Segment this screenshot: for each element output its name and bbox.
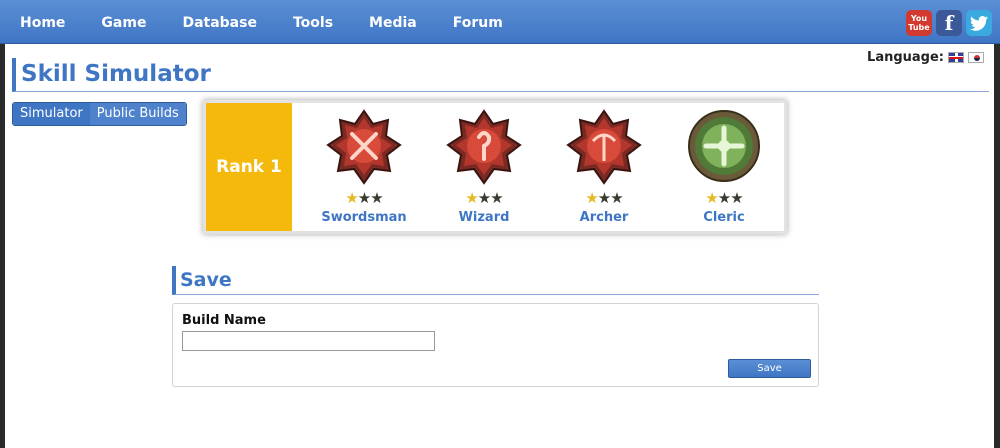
class-wizard[interactable]: ★★★ Wizard	[434, 109, 534, 225]
star-filled: ★	[585, 189, 598, 207]
save-button[interactable]: Save	[728, 359, 811, 378]
nav-tools[interactable]: Tools	[277, 0, 349, 44]
page-title: Skill Simulator	[12, 58, 989, 92]
class-name: Cleric	[703, 210, 745, 225]
nav-database[interactable]: Database	[166, 0, 273, 44]
social-links: You Tube f	[906, 10, 992, 36]
star-filled: ★	[345, 189, 358, 207]
class-cleric[interactable]: ★★★ Cleric	[674, 109, 774, 225]
save-section-title: Save	[172, 266, 819, 295]
tab-bar: Simulator Public Builds	[12, 102, 187, 126]
nav-game[interactable]: Game	[85, 0, 162, 44]
nav-media[interactable]: Media	[353, 0, 433, 44]
star-filled: ★	[465, 189, 478, 207]
wizard-emblem-icon	[446, 109, 522, 185]
top-navigation-bar: Home Game Database Tools Media Forum You…	[0, 0, 1000, 44]
star-empty: ★	[477, 189, 491, 207]
rank-label: Rank 1	[206, 103, 292, 231]
rating-stars: ★★★	[314, 189, 414, 207]
star-empty: ★	[370, 189, 383, 207]
star-empty: ★	[357, 189, 371, 207]
star-empty: ★	[610, 189, 623, 207]
youtube-text-bottom: Tube	[908, 23, 930, 32]
save-form: Build Name Save	[172, 303, 819, 387]
main-nav: Home Game Database Tools Media Forum	[0, 0, 519, 44]
star-empty: ★	[597, 189, 611, 207]
class-name: Wizard	[458, 210, 510, 225]
rating-stars: ★★★	[434, 189, 534, 207]
rating-stars: ★★★	[674, 189, 774, 207]
twitter-icon[interactable]	[966, 10, 992, 36]
build-name-input[interactable]	[182, 331, 435, 351]
star-empty: ★	[717, 189, 731, 207]
class-selection-card: Rank 1 ★★★ Swordsman ★★★ Wizard ★★★ Arch…	[203, 100, 787, 234]
star-empty: ★	[490, 189, 503, 207]
youtube-icon[interactable]: You Tube	[906, 10, 932, 36]
tab-public-builds[interactable]: Public Builds	[89, 103, 186, 125]
class-name: Swordsman	[321, 210, 407, 225]
youtube-text-top: You	[910, 14, 928, 23]
swords-emblem-icon	[326, 109, 402, 185]
rating-stars: ★★★	[554, 189, 654, 207]
build-name-label: Build Name	[182, 313, 266, 328]
cross-emblem-icon	[688, 110, 760, 182]
class-name: Archer	[579, 210, 629, 225]
class-swordsman[interactable]: ★★★ Swordsman	[314, 109, 414, 225]
bow-emblem-icon	[566, 109, 642, 185]
nav-forum[interactable]: Forum	[437, 0, 519, 44]
star-filled: ★	[705, 189, 718, 207]
class-archer[interactable]: ★★★ Archer	[554, 109, 654, 225]
nav-home[interactable]: Home	[4, 0, 81, 44]
facebook-icon[interactable]: f	[936, 10, 962, 36]
star-empty: ★	[730, 189, 743, 207]
tab-simulator[interactable]: Simulator	[13, 103, 90, 125]
